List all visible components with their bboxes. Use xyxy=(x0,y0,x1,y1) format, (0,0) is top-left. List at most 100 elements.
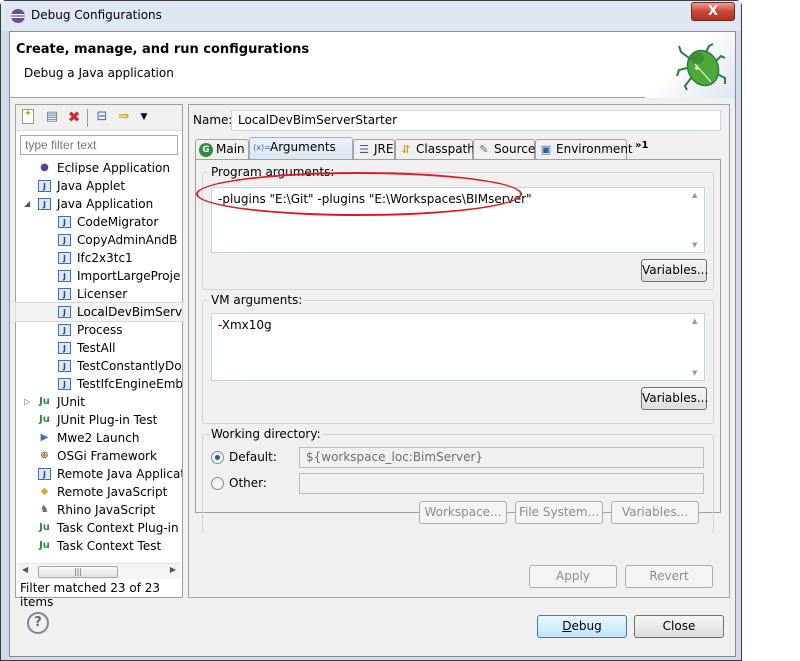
tree-item[interactable]: ♞ Rhino JavaScript xyxy=(16,501,182,519)
default-label: Default: xyxy=(229,450,277,464)
tree-item[interactable]: J Java Applet xyxy=(16,177,182,195)
mwe2-icon: ▶ xyxy=(40,432,49,443)
working-dir-variables-button[interactable]: Variables... xyxy=(611,501,699,524)
collapse-all-icon[interactable]: ⊟ xyxy=(94,109,110,125)
eclipse-icon: ● xyxy=(40,162,49,173)
tree-horizontal-scrollbar[interactable]: ◀ ||| ▶ xyxy=(18,563,180,579)
working-directory-group: Working directory: Default: ${workspace_… xyxy=(202,427,714,534)
tree-item[interactable]: ● Eclipse Application xyxy=(16,159,182,177)
default-directory-field: ${workspace_loc:BimServer} xyxy=(299,447,704,468)
filter-icon[interactable]: ⇛ xyxy=(116,109,132,125)
name-label: Name: xyxy=(193,113,233,127)
default-radio[interactable] xyxy=(211,451,224,464)
vm-arguments-value: -Xmx10g xyxy=(218,318,272,332)
tree-item[interactable]: J CodeMigrator xyxy=(16,213,182,231)
tree-item[interactable]: Ju JUnit Plug-in Test xyxy=(16,411,182,429)
bug-icon xyxy=(676,43,726,91)
tab-environment[interactable]: ▣ Environment xyxy=(535,139,633,159)
dialog-client: Create, manage, and run configurations D… xyxy=(9,31,736,657)
window-close-button[interactable]: X xyxy=(691,2,735,21)
tree-item-label: Ifc2x3tc1 xyxy=(77,251,133,265)
tree-item[interactable]: J Licenser xyxy=(16,285,182,303)
java-app-icon: J xyxy=(38,198,51,210)
tree-item-label: CodeMigrator xyxy=(77,215,159,229)
tree-item-label: Java Application xyxy=(57,197,154,211)
workspace-button[interactable]: Workspace... xyxy=(419,501,507,524)
classpath-tab-icon: ⇵ xyxy=(401,143,411,156)
tree-item[interactable]: J CopyAdminAndB xyxy=(16,231,182,249)
tab-main[interactable]: G Main xyxy=(195,139,249,159)
scroll-right-arrow-icon[interactable]: ▶ xyxy=(170,565,176,574)
tree-item[interactable]: Ju Task Context Test xyxy=(16,537,182,555)
other-directory-field[interactable] xyxy=(299,473,704,494)
tree-item-label: Remote JavaScript xyxy=(57,485,168,499)
vm-arguments-group: VM arguments: -Xmx10g ▲ ▼ Variables... xyxy=(202,293,714,424)
file-system-button[interactable]: File System... xyxy=(515,501,603,524)
delete-icon[interactable]: ✖ xyxy=(66,109,82,125)
window-title: Debug Configurations xyxy=(31,8,162,22)
tree-item[interactable]: Ju Task Context Plug-in xyxy=(16,519,182,537)
tree-item-label: TestAll xyxy=(77,341,116,355)
tree-item[interactable]: ◢ J Java Application xyxy=(16,195,182,213)
other-radio[interactable] xyxy=(211,477,224,490)
expand-arrow-icon[interactable]: ▷ xyxy=(24,393,30,411)
scrollbar-thumb[interactable]: ||| xyxy=(38,566,118,578)
debug-button[interactable]: Debug xyxy=(537,615,627,638)
tree-item[interactable]: ◆ Remote JavaScript xyxy=(16,483,182,501)
program-arguments-textarea[interactable]: -plugins "E:\Git" -plugins "E:\Workspace… xyxy=(211,187,705,253)
java-applet-icon: J xyxy=(38,180,51,192)
tree-item-label: Java Applet xyxy=(57,179,126,193)
vm-arguments-label: VM arguments: xyxy=(209,293,305,307)
revert-button[interactable]: Revert xyxy=(625,565,713,588)
apply-button[interactable]: Apply xyxy=(529,565,617,588)
tree-item[interactable]: J ImportLargeProje xyxy=(16,267,182,285)
name-field[interactable]: LocalDevBimServerStarter xyxy=(231,110,721,131)
program-variables-button[interactable]: Variables... xyxy=(641,259,708,282)
other-label: Other: xyxy=(229,476,267,490)
java-app-icon: J xyxy=(58,270,71,282)
tree-item-label: Task Context Plug-in xyxy=(57,521,179,535)
tree-item-label: OSGi Framework xyxy=(57,449,157,463)
tab-label: Environment xyxy=(556,142,633,156)
tree-item[interactable]: ▶ Mwe2 Launch xyxy=(16,429,182,447)
new-configuration-icon[interactable]: ✦ xyxy=(22,109,34,124)
tree-item-label: ImportLargeProje xyxy=(77,269,181,283)
launch-config-tree-pane: ✦ ▤ ✖ ⊟ ⇛ ▼ ● Eclipse Application J Java Ap… xyxy=(15,104,183,609)
tree-item[interactable]: J Remote Java Applicat xyxy=(16,465,182,483)
tree-item-label: Mwe2 Launch xyxy=(57,431,140,445)
tree-item[interactable]: ⊕ OSGi Framework xyxy=(16,447,182,465)
tree-item[interactable]: J Process xyxy=(16,321,182,339)
dialog-message: Debug a Java application xyxy=(24,66,174,80)
debug-configurations-window: Debug Configurations X Create, manage, a… xyxy=(0,0,742,661)
tree-item[interactable]: J LocalDevBimServe xyxy=(15,302,183,322)
tree-item-label: Remote Java Applicat xyxy=(57,467,182,481)
tab-jre[interactable]: ☰ JRE xyxy=(353,139,395,159)
duplicate-icon[interactable]: ▤ xyxy=(44,109,60,125)
scroll-left-arrow-icon[interactable]: ◀ xyxy=(22,565,28,574)
dialog-heading: Create, manage, and run configurations xyxy=(16,42,310,57)
tab-arguments[interactable]: (x)= Arguments xyxy=(249,137,353,159)
tree-item[interactable]: J Ifc2x3tc1 xyxy=(16,249,182,267)
help-icon[interactable]: ? xyxy=(27,612,49,634)
collapse-arrow-icon[interactable]: ◢ xyxy=(24,195,30,213)
tab-label: Main xyxy=(216,142,245,156)
tree-item[interactable]: J TestConstantlyDo xyxy=(16,357,182,375)
vm-arguments-textarea[interactable]: -Xmx10g ▲ ▼ xyxy=(211,313,705,381)
tree-item[interactable]: J TestIfcEngineEmb xyxy=(16,375,182,393)
program-arguments-value: -plugins "E:\Git" -plugins "E:\Workspace… xyxy=(218,192,532,206)
junit-icon: Ju xyxy=(39,396,50,407)
tree-item[interactable]: ▷ Ju JUnit xyxy=(16,393,182,411)
tab-source[interactable]: ✎ Source xyxy=(473,139,535,159)
filter-input[interactable] xyxy=(20,135,178,155)
tab-classpath[interactable]: ⇵ Classpath xyxy=(395,139,475,159)
title-bar: Debug Configurations X xyxy=(1,1,741,31)
vm-variables-button[interactable]: Variables... xyxy=(641,387,708,410)
textarea-scrollbar[interactable]: ▲ ▼ xyxy=(688,314,704,380)
launch-config-tree[interactable]: ● Eclipse Application J Java Applet ◢ J Java A… xyxy=(15,159,183,555)
textarea-scrollbar[interactable]: ▲ ▼ xyxy=(688,188,704,252)
view-menu-icon[interactable]: ▼ xyxy=(136,109,152,125)
tree-item-label: JUnit Plug-in Test xyxy=(57,413,158,427)
more-tabs-button[interactable]: »1 xyxy=(635,140,648,151)
close-button[interactable]: Close xyxy=(634,615,724,638)
tree-item[interactable]: J TestAll xyxy=(16,339,182,357)
